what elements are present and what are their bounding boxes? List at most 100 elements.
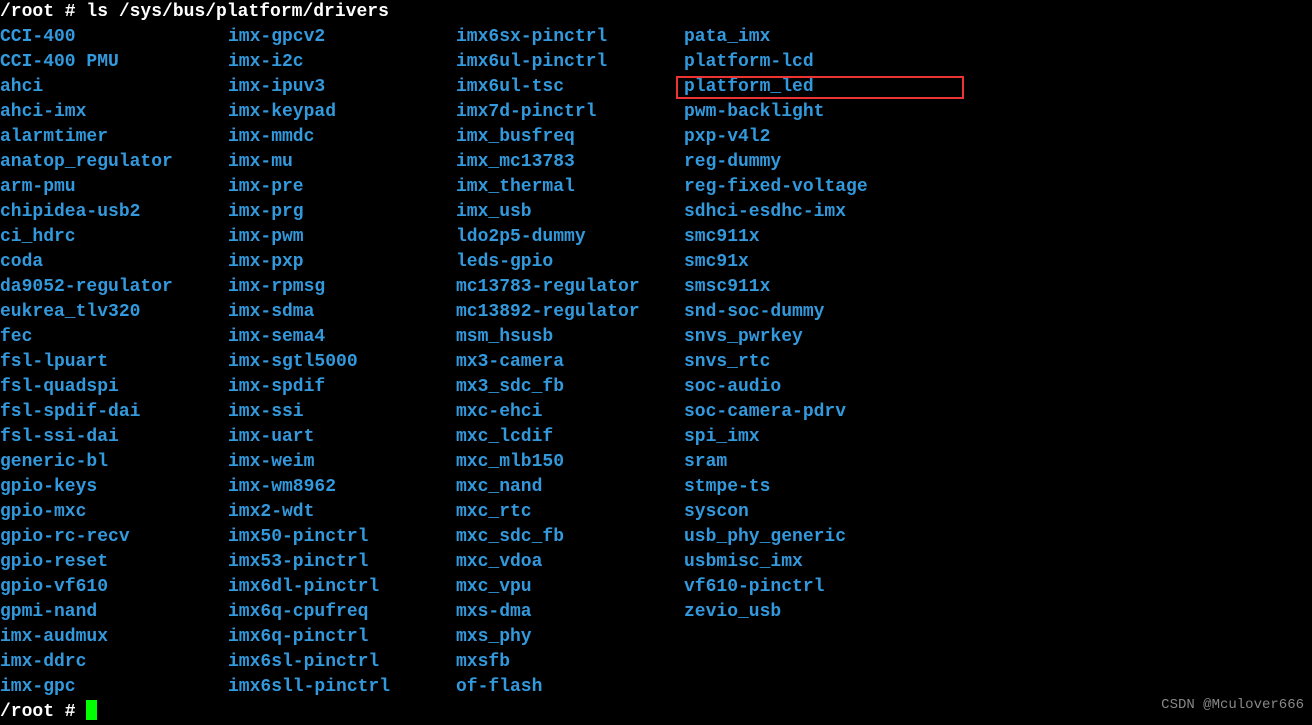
- output-column-1: CCI-400CCI-400 PMUahciahci-imxalarmtimer…: [0, 25, 228, 700]
- driver-entry: imx-sgtl5000: [228, 350, 456, 375]
- driver-entry: gpio-reset: [0, 550, 228, 575]
- output-column-2: imx-gpcv2imx-i2cimx-ipuv3imx-keypadimx-m…: [228, 25, 456, 700]
- driver-entry: eukrea_tlv320: [0, 300, 228, 325]
- driver-entry: reg-fixed-voltage: [684, 175, 1004, 200]
- driver-entry: imx6q-pinctrl: [228, 625, 456, 650]
- driver-entry: imx-uart: [228, 425, 456, 450]
- driver-entry: sdhci-esdhc-imx: [684, 200, 1004, 225]
- driver-entry: da9052-regulator: [0, 275, 228, 300]
- driver-entry: fsl-ssi-dai: [0, 425, 228, 450]
- shell-prompt: /root #: [0, 0, 86, 25]
- driver-entry: mxc_sdc_fb: [456, 525, 684, 550]
- driver-entry: generic-bl: [0, 450, 228, 475]
- command-text: ls /sys/bus/platform/drivers: [86, 0, 388, 25]
- driver-entry: mxc_nand: [456, 475, 684, 500]
- driver-entry: smc911x: [684, 225, 1004, 250]
- command-line-1: /root # ls /sys/bus/platform/drivers: [0, 0, 1312, 25]
- driver-entry: mx3-camera: [456, 350, 684, 375]
- driver-entry: imx_thermal: [456, 175, 684, 200]
- driver-entry: imx-wm8962: [228, 475, 456, 500]
- driver-entry: imx-ddrc: [0, 650, 228, 675]
- driver-entry: imx6ul-tsc: [456, 75, 684, 100]
- driver-entry: mxs-dma: [456, 600, 684, 625]
- driver-entry: imx2-wdt: [228, 500, 456, 525]
- driver-entry: imx6q-cpufreq: [228, 600, 456, 625]
- driver-entry: coda: [0, 250, 228, 275]
- driver-entry: usb_phy_generic: [684, 525, 1004, 550]
- driver-entry: of-flash: [456, 675, 684, 700]
- terminal[interactable]: /root # ls /sys/bus/platform/drivers CCI…: [0, 0, 1312, 725]
- driver-entry: imx_usb: [456, 200, 684, 225]
- driver-entry: vf610-pinctrl: [684, 575, 1004, 600]
- driver-entry: sram: [684, 450, 1004, 475]
- driver-entry: imx-gpcv2: [228, 25, 456, 50]
- driver-entry: imx-prg: [228, 200, 456, 225]
- driver-entry: usbmisc_imx: [684, 550, 1004, 575]
- driver-entry: gpio-mxc: [0, 500, 228, 525]
- output-column-3: imx6sx-pinctrlimx6ul-pinctrlimx6ul-tscim…: [456, 25, 684, 700]
- driver-entry: gpio-keys: [0, 475, 228, 500]
- driver-entry: fsl-lpuart: [0, 350, 228, 375]
- driver-entry: imx-ipuv3: [228, 75, 456, 100]
- driver-entry: soc-camera-pdrv: [684, 400, 1004, 425]
- driver-entry: mc13892-regulator: [456, 300, 684, 325]
- shell-prompt-2: /root #: [0, 700, 86, 725]
- driver-entry: imx-pwm: [228, 225, 456, 250]
- driver-entry: imx-audmux: [0, 625, 228, 650]
- driver-entry: mxc_vdoa: [456, 550, 684, 575]
- driver-entry: platform_led: [684, 75, 1004, 100]
- driver-entry: imx-pre: [228, 175, 456, 200]
- driver-entry: pxp-v4l2: [684, 125, 1004, 150]
- driver-entry: anatop_regulator: [0, 150, 228, 175]
- driver-entry: imx-gpc: [0, 675, 228, 700]
- driver-entry: arm-pmu: [0, 175, 228, 200]
- driver-entry: imx50-pinctrl: [228, 525, 456, 550]
- driver-entry: leds-gpio: [456, 250, 684, 275]
- driver-entry: imx6sl-pinctrl: [228, 650, 456, 675]
- driver-entry: ci_hdrc: [0, 225, 228, 250]
- driver-entry: mxc_vpu: [456, 575, 684, 600]
- driver-entry: zevio_usb: [684, 600, 1004, 625]
- driver-entry: snd-soc-dummy: [684, 300, 1004, 325]
- driver-entry: mc13783-regulator: [456, 275, 684, 300]
- driver-entry: imx6ul-pinctrl: [456, 50, 684, 75]
- driver-entry: imx-sema4: [228, 325, 456, 350]
- driver-entry: imx6sll-pinctrl: [228, 675, 456, 700]
- driver-entry: mxc_lcdif: [456, 425, 684, 450]
- driver-entry: snvs_pwrkey: [684, 325, 1004, 350]
- driver-entry: imx53-pinctrl: [228, 550, 456, 575]
- driver-entry: imx6dl-pinctrl: [228, 575, 456, 600]
- driver-entry: imx-rpmsg: [228, 275, 456, 300]
- driver-entry: ahci: [0, 75, 228, 100]
- driver-entry: imx_busfreq: [456, 125, 684, 150]
- driver-entry: mx3_sdc_fb: [456, 375, 684, 400]
- driver-entry: mxc-ehci: [456, 400, 684, 425]
- driver-entry: mxc_rtc: [456, 500, 684, 525]
- driver-entry: mxc_mlb150: [456, 450, 684, 475]
- driver-entry: CCI-400 PMU: [0, 50, 228, 75]
- driver-entry: imx-mmdc: [228, 125, 456, 150]
- driver-entry: platform-lcd: [684, 50, 1004, 75]
- driver-entry: smsc911x: [684, 275, 1004, 300]
- driver-entry: ahci-imx: [0, 100, 228, 125]
- driver-entry: snvs_rtc: [684, 350, 1004, 375]
- driver-entry: imx6sx-pinctrl: [456, 25, 684, 50]
- driver-entry: soc-audio: [684, 375, 1004, 400]
- driver-entry: chipidea-usb2: [0, 200, 228, 225]
- driver-entry: gpio-vf610: [0, 575, 228, 600]
- driver-entry: alarmtimer: [0, 125, 228, 150]
- command-line-2[interactable]: /root #: [0, 700, 1312, 725]
- driver-entry: pata_imx: [684, 25, 1004, 50]
- driver-entry: imx-i2c: [228, 50, 456, 75]
- driver-entry: imx-spdif: [228, 375, 456, 400]
- driver-entry: imx-pxp: [228, 250, 456, 275]
- driver-entry: reg-dummy: [684, 150, 1004, 175]
- driver-entry: imx-mu: [228, 150, 456, 175]
- driver-entry: imx7d-pinctrl: [456, 100, 684, 125]
- driver-entry: gpio-rc-recv: [0, 525, 228, 550]
- driver-entry: pwm-backlight: [684, 100, 1004, 125]
- driver-entry: syscon: [684, 500, 1004, 525]
- driver-entry: spi_imx: [684, 425, 1004, 450]
- driver-entry: stmpe-ts: [684, 475, 1004, 500]
- driver-entry: fsl-spdif-dai: [0, 400, 228, 425]
